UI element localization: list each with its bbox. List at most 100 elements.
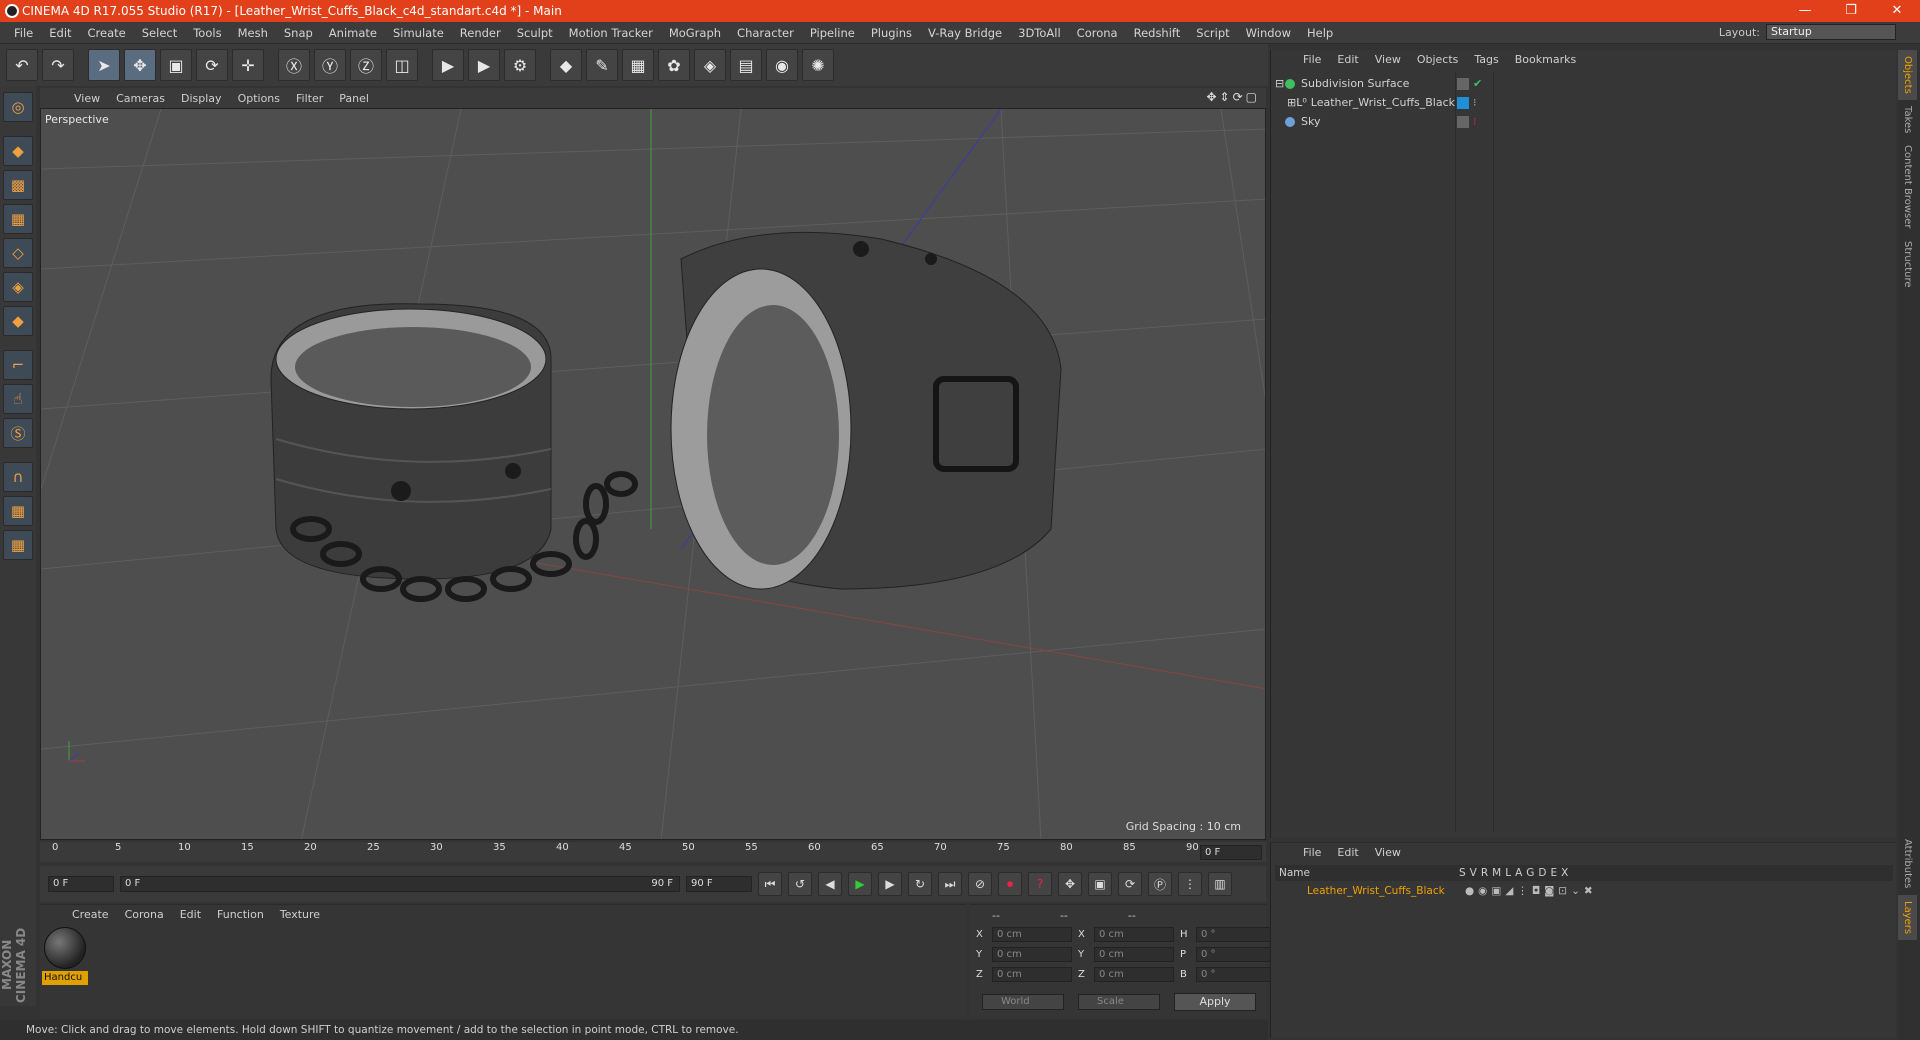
next-frame-icon[interactable]: ▶: [878, 872, 902, 896]
object-flags[interactable]: ✔: [1457, 74, 1482, 93]
key-rotation-icon[interactable]: ⟳: [1118, 872, 1142, 896]
menu-animate[interactable]: Animate: [321, 26, 385, 40]
play-icon[interactable]: ▶: [848, 872, 872, 896]
locked-workplane-icon[interactable]: ▦: [3, 496, 33, 526]
menu-file[interactable]: File: [6, 26, 41, 40]
object-row-sky[interactable]: Sky: [1275, 112, 1455, 131]
menu-mesh[interactable]: Mesh: [230, 26, 276, 40]
render-view-icon[interactable]: ▶: [432, 49, 464, 81]
material-menu-edit[interactable]: Edit: [172, 908, 209, 921]
menu-edit[interactable]: Edit: [41, 26, 79, 40]
pen-spline-icon[interactable]: ✎: [586, 49, 618, 81]
key-scale-icon[interactable]: ▣: [1088, 872, 1112, 896]
key-pla-icon[interactable]: ⋮: [1178, 872, 1202, 896]
rotation-h-field[interactable]: 0 °: [1196, 927, 1276, 942]
layer-flag-icons[interactable]: ●◉▣◢⋮◘◙⊡⌄✖: [1465, 883, 1597, 899]
material-thumbnail[interactable]: [44, 927, 86, 969]
objects-menu-view[interactable]: View: [1367, 53, 1409, 66]
edges-mode-icon[interactable]: ◈: [3, 272, 33, 302]
menu-help[interactable]: Help: [1299, 26, 1341, 40]
menu-snap[interactable]: Snap: [276, 26, 321, 40]
select-arrow-icon[interactable]: ➤: [88, 49, 120, 81]
y-axis-lock-icon[interactable]: Ⓨ: [314, 49, 346, 81]
layer-color-icon[interactable]: [1457, 96, 1469, 109]
workplane-mode-icon[interactable]: ▦: [3, 204, 33, 234]
objects-menu-objects[interactable]: Objects: [1409, 53, 1467, 66]
undo-icon[interactable]: ↶: [6, 49, 38, 81]
object-flags[interactable]: ⁝: [1457, 93, 1482, 112]
rotation-b-field[interactable]: 0 °: [1196, 967, 1276, 982]
redo-icon[interactable]: ↷: [42, 49, 74, 81]
autokeying-icon[interactable]: ?: [1028, 872, 1052, 896]
close-button[interactable]: ✕: [1874, 0, 1920, 22]
objects-menu-bookmarks[interactable]: Bookmarks: [1507, 53, 1584, 66]
menu-character[interactable]: Character: [729, 26, 802, 40]
cloner-icon[interactable]: ✿: [658, 49, 690, 81]
menu-motion-tracker[interactable]: Motion Tracker: [561, 26, 661, 40]
material-menu-create[interactable]: Create: [64, 908, 117, 921]
object-flags[interactable]: ⁝: [1457, 112, 1482, 131]
viewport-menu-filter[interactable]: Filter: [288, 92, 331, 105]
deformer-icon[interactable]: ◈: [694, 49, 726, 81]
tab-structure[interactable]: Structure: [1898, 235, 1917, 294]
snapping-icon[interactable]: ∩: [3, 462, 33, 492]
menu-corona[interactable]: Corona: [1069, 26, 1126, 40]
key-position-icon[interactable]: ✥: [1058, 872, 1082, 896]
menu-window[interactable]: Window: [1238, 26, 1299, 40]
current-frame-field[interactable]: 0 F: [1200, 845, 1262, 860]
visibility-toggle-icon[interactable]: [1457, 77, 1469, 90]
position-z-field[interactable]: 0 cm: [992, 967, 1072, 982]
menu-vray-bridge[interactable]: V-Ray Bridge: [920, 26, 1010, 40]
menu-redshift[interactable]: Redshift: [1126, 26, 1189, 40]
visibility-dots-icon[interactable]: ⁝: [1473, 115, 1477, 128]
object-row-leather-wrist-cuffs[interactable]: ⊞ L⁰ Leather_Wrist_Cuffs_Black: [1275, 93, 1455, 112]
size-mode-dropdown[interactable]: Scale: [1078, 994, 1160, 1010]
solo-mode-icon[interactable]: Ⓢ: [3, 418, 33, 448]
start-frame-field[interactable]: 0 F: [48, 876, 114, 892]
render-settings-icon[interactable]: ⚙: [504, 49, 536, 81]
render-picture-viewer-icon[interactable]: ▶: [468, 49, 500, 81]
key-parameter-icon[interactable]: Ⓟ: [1148, 872, 1172, 896]
go-to-end-icon[interactable]: ⏭: [938, 872, 962, 896]
material-menu-corona[interactable]: Corona: [117, 908, 172, 921]
menu-sculpt[interactable]: Sculpt: [509, 26, 561, 40]
layers-menu-view[interactable]: View: [1367, 846, 1409, 859]
light-icon[interactable]: ✺: [802, 49, 834, 81]
material-menu-texture[interactable]: Texture: [272, 908, 328, 921]
apply-button[interactable]: Apply: [1174, 993, 1256, 1011]
material-menu-function[interactable]: Function: [209, 908, 272, 921]
tweak-mode-icon[interactable]: ☝: [3, 384, 33, 414]
objects-menu-edit[interactable]: Edit: [1329, 53, 1366, 66]
object-row-subdivision-surface[interactable]: ⊟ Subdivision Surface: [1275, 74, 1455, 93]
menu-create[interactable]: Create: [80, 26, 134, 40]
visibility-dots-icon[interactable]: ⁝: [1473, 96, 1477, 109]
record-keys-icon[interactable]: ⊘: [968, 872, 992, 896]
size-x-field[interactable]: 0 cm: [1094, 927, 1174, 942]
layers-menu-edit[interactable]: Edit: [1329, 846, 1366, 859]
end-frame-field[interactable]: 90 F: [686, 876, 752, 892]
timeline-window-icon[interactable]: ▥: [1208, 872, 1232, 896]
menu-pipeline[interactable]: Pipeline: [802, 26, 863, 40]
go-to-start-icon[interactable]: ⏮: [758, 872, 782, 896]
viewport-menu-panel[interactable]: Panel: [331, 92, 377, 105]
viewport-menu-cameras[interactable]: Cameras: [108, 92, 173, 105]
texture-mode-icon[interactable]: ▩: [3, 170, 33, 200]
tab-objects[interactable]: Objects: [1898, 50, 1917, 100]
layer-row[interactable]: Leather_Wrist_Cuffs_Black ●◉▣◢⋮◘◙⊡⌄✖: [1275, 883, 1893, 899]
visibility-toggle-icon[interactable]: [1457, 115, 1469, 128]
viewport-menu-view[interactable]: View: [66, 92, 108, 105]
cube-object-icon[interactable]: ◆: [550, 49, 582, 81]
viewport-menu-display[interactable]: Display: [173, 92, 230, 105]
size-y-field[interactable]: 0 cm: [1094, 947, 1174, 962]
menu-select[interactable]: Select: [134, 26, 185, 40]
menu-3dtoall[interactable]: 3DToAll: [1010, 26, 1069, 40]
minimize-button[interactable]: —: [1782, 0, 1828, 22]
polygons-mode-icon[interactable]: ◆: [3, 306, 33, 336]
move-tool-icon[interactable]: ✥: [124, 49, 156, 81]
menu-plugins[interactable]: Plugins: [863, 26, 920, 40]
perspective-viewport[interactable]: Perspective Grid Spacing : 10 cm: [40, 108, 1266, 840]
tab-content-browser[interactable]: Content Browser: [1898, 139, 1917, 234]
floor-object-icon[interactable]: ▤: [730, 49, 762, 81]
z-axis-lock-icon[interactable]: Ⓩ: [350, 49, 382, 81]
rotation-p-field[interactable]: 0 °: [1196, 947, 1276, 962]
